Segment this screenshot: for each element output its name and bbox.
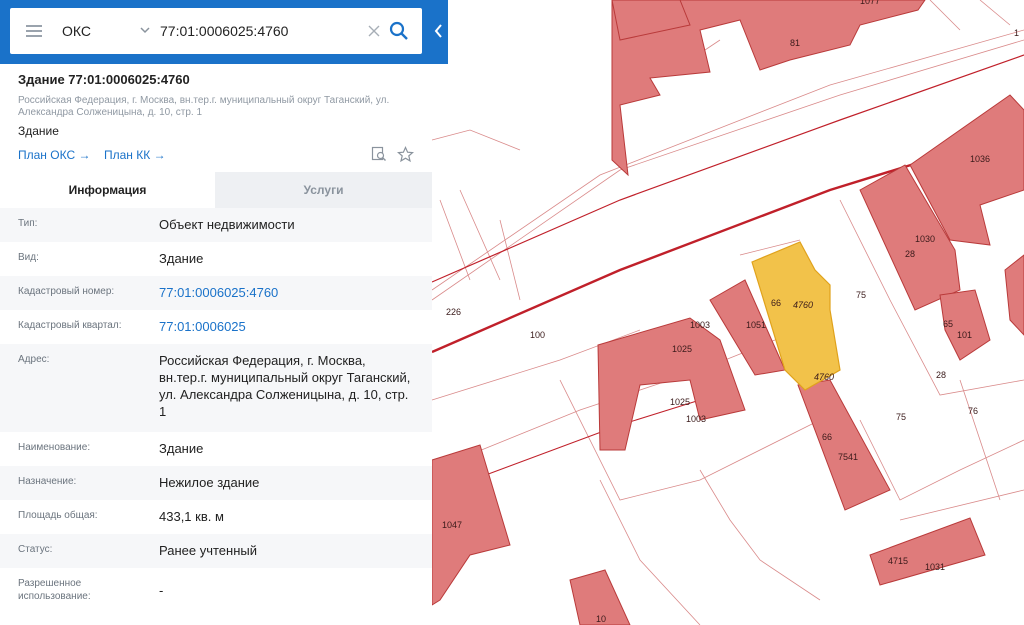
- field-label: Вид:: [18, 252, 39, 263]
- map-label: 76: [968, 406, 978, 416]
- info-row-kind: Вид: Здание: [0, 242, 432, 276]
- info-row-name: Наименование: Здание: [0, 432, 432, 466]
- info-row-type: Тип: Объект недвижимости: [0, 208, 432, 242]
- info-row-cadastral-number: Кадастровый номер: 77:01:0006025:4760: [0, 276, 432, 310]
- info-row-purpose: Назначение: Нежилое здание: [0, 466, 432, 500]
- field-label: Тип:: [18, 218, 38, 229]
- info-row-address: Адрес: Российская Федерация, г. Москва, …: [0, 344, 432, 432]
- map-label: 1031: [925, 562, 945, 572]
- map-label: 75: [856, 290, 866, 300]
- clear-icon[interactable]: [367, 24, 381, 38]
- chevron-down-icon[interactable]: [140, 25, 150, 35]
- field-label: Адрес:: [18, 354, 50, 365]
- info-row-status: Статус: Ранее учтенный: [0, 534, 432, 568]
- panel-tabs: Информация Услуги: [0, 172, 432, 208]
- collapse-panel-icon[interactable]: [432, 22, 444, 40]
- map-label: 28: [936, 370, 946, 380]
- object-type-select[interactable]: ОКС: [62, 8, 91, 54]
- map-label: 10: [596, 614, 606, 624]
- field-value: Российская Федерация, г. Москва, вн.тер.…: [159, 353, 411, 419]
- map-label: 1030: [915, 234, 935, 244]
- tab-info[interactable]: Информация: [0, 172, 215, 208]
- map-label: 4715: [888, 556, 908, 566]
- map-label: 100: [530, 330, 545, 340]
- map-label: 1025: [670, 397, 690, 407]
- map-label: 28: [905, 249, 915, 259]
- map-label: 1047: [442, 520, 462, 530]
- map-label: 1036: [970, 154, 990, 164]
- object-kind: Здание: [18, 124, 59, 138]
- map-label: 101: [957, 330, 972, 340]
- field-value: 433,1 кв. м: [159, 509, 224, 524]
- map-label: 226: [446, 307, 461, 317]
- map-label: 66: [822, 432, 832, 442]
- document-search-icon[interactable]: [371, 146, 387, 162]
- kk-plan-link[interactable]: План КК →: [104, 148, 166, 162]
- map-label: 75: [896, 412, 906, 422]
- field-value: Здание: [159, 441, 204, 456]
- map-label: 1003: [690, 320, 710, 330]
- search-header: ОКС: [0, 0, 448, 64]
- cadastral-quarter-link[interactable]: 77:01:0006025: [159, 318, 414, 335]
- tab-services[interactable]: Услуги: [215, 172, 432, 208]
- search-input[interactable]: [160, 18, 360, 44]
- field-label: Кадастровый номер:: [18, 286, 115, 297]
- search-box: ОКС: [10, 8, 422, 54]
- field-value: Объект недвижимости: [159, 217, 295, 232]
- field-label: Назначение:: [18, 476, 77, 487]
- map-label: 7541: [838, 452, 858, 462]
- object-title: Здание 77:01:0006025:4760: [18, 72, 190, 87]
- map-label: 1051: [746, 320, 766, 330]
- info-row-area: Площадь общая: 433,1 кв. м: [0, 500, 432, 534]
- map-label: 66: [771, 298, 781, 308]
- field-value: Ранее учтенный: [159, 543, 257, 558]
- object-address: Российская Федерация, г. Москва, вн.тер.…: [18, 95, 390, 118]
- map-label: 1077: [860, 0, 880, 6]
- object-info-panel: Здание 77:01:0006025:4760 Российская Фед…: [0, 64, 432, 625]
- search-icon[interactable]: [388, 20, 410, 42]
- menu-icon[interactable]: [26, 25, 42, 37]
- map-label: 81: [790, 38, 800, 48]
- map-label: 4760: [793, 300, 813, 310]
- info-row-permitted-use: Разрешенное использование: -: [0, 568, 432, 606]
- field-label: Площадь общая:: [18, 510, 98, 521]
- star-icon[interactable]: [397, 146, 414, 163]
- cadastral-number-link[interactable]: 77:01:0006025:4760: [159, 284, 414, 301]
- field-label: Разрешенное использование:: [18, 578, 91, 602]
- info-row-cadastral-quarter: Кадастровый квартал: 77:01:0006025: [0, 310, 432, 344]
- field-value: Нежилое здание: [159, 475, 260, 490]
- field-label: Статус:: [18, 544, 53, 555]
- map-label: 4760: [814, 372, 834, 382]
- info-table: Тип: Объект недвижимости Вид: Здание Кад…: [0, 208, 432, 606]
- map-label: 1003: [686, 414, 706, 424]
- map-label: 1: [1014, 28, 1019, 38]
- field-label: Наименование:: [18, 442, 91, 453]
- oks-plan-link[interactable]: План ОКС →: [18, 148, 90, 162]
- map-label: 65: [943, 319, 953, 329]
- field-value: -: [159, 583, 164, 598]
- field-value: Здание: [159, 251, 204, 266]
- field-label: Кадастровый квартал:: [18, 320, 122, 331]
- map-label: 1025: [672, 344, 692, 354]
